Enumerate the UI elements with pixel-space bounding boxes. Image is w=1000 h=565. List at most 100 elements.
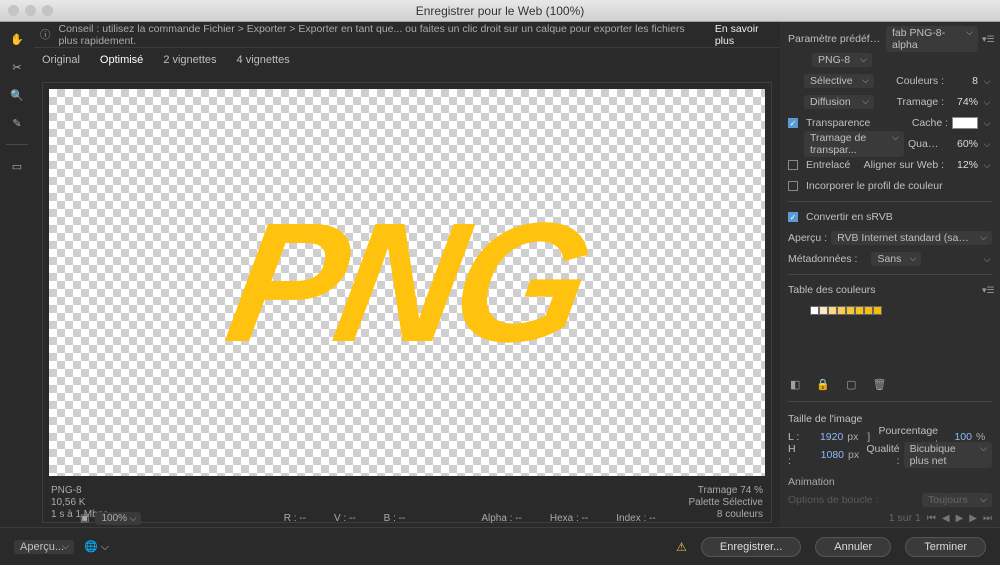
dither-amt-label: Tramage : (878, 96, 944, 108)
delete-color-icon[interactable]: 🗑 (873, 378, 887, 391)
transparency-label: Transparence (806, 117, 908, 129)
height-input[interactable] (804, 449, 844, 461)
image-size-block: Taille de l'image L : px ] Pourcentage :… (788, 410, 992, 464)
matte-chevron-icon[interactable]: ⌵ (982, 118, 992, 129)
info-alpha: Alpha : -- (481, 513, 522, 524)
convert-srgb-checkbox[interactable]: ✓ (788, 212, 798, 222)
reduction-dropdown[interactable]: Sélective (804, 74, 874, 88)
center-area: ⓘ Conseil : utilisez la commande Fichier… (34, 22, 780, 527)
zoom-dropdown[interactable]: 100% (95, 512, 141, 525)
prev-frame-icon: ◀ (942, 513, 950, 524)
format-dropdown[interactable]: PNG-8 (812, 53, 872, 67)
width-input[interactable] (803, 431, 843, 443)
window-zoom[interactable] (42, 5, 53, 16)
tool-strip: ✋ ✂ 🔍 ✎ ▭ (0, 22, 34, 527)
window-titlebar: Enregistrer pour le Web (100%) (0, 0, 1000, 22)
colors-label: Couleurs : (878, 75, 944, 87)
canvas-text: PNG (215, 185, 600, 381)
preview-button[interactable]: Aperçu... (14, 540, 74, 554)
quantity-label: Quantité : (908, 138, 944, 150)
embed-profile-label: Incorporer le profil de couleur (806, 180, 992, 192)
dither-chevron-icon[interactable]: ⌵ (982, 97, 992, 108)
tool-separator (6, 144, 28, 145)
animation-controls: ⏮ ◀ ▶ ▶ ⏭ (927, 513, 992, 524)
color-table-menu-icon[interactable]: ▾☰ (982, 285, 992, 296)
toggle-slices-icon[interactable]: ▭ (8, 157, 26, 175)
learn-more-link[interactable]: En savoir plus (715, 23, 774, 47)
t-dither-dropdown[interactable]: Tramage de transpar... (804, 131, 904, 157)
info-icon: ⓘ (40, 27, 51, 42)
settings-panel: Paramètre prédéfini : fab PNG-8-alpha ▾☰… (780, 22, 1000, 527)
window-close[interactable] (8, 5, 19, 16)
tab-4up[interactable]: 4 vignettes (237, 54, 290, 66)
interlace-checkbox[interactable] (788, 160, 798, 170)
tab-original[interactable]: Original (42, 54, 80, 66)
tab-2up[interactable]: 2 vignettes (163, 54, 216, 66)
matte-color-chip[interactable] (952, 117, 978, 129)
preview-label: Aperçu : (788, 232, 827, 244)
preset-dropdown[interactable]: fab PNG-8-alpha (886, 26, 978, 52)
tab-optimized[interactable]: Optimisé (100, 54, 143, 66)
loop-dropdown: Toujours (922, 493, 992, 507)
color-swatch[interactable] (810, 306, 819, 315)
color-swatch[interactable] (837, 306, 846, 315)
metadata-chevron-icon[interactable]: ⌵ (982, 254, 992, 265)
color-swatch[interactable] (819, 306, 828, 315)
save-button[interactable]: Enregistrer... (701, 537, 801, 557)
info-index: Index : -- (616, 513, 655, 524)
colors-value[interactable]: 8 (948, 75, 978, 87)
slice-tool-icon[interactable]: ✂ (8, 58, 26, 76)
tip-text: Conseil : utilisez la commande Fichier >… (59, 23, 693, 47)
canvas-stage[interactable]: PNG (49, 89, 765, 476)
quality-label: Qualité : (866, 443, 899, 467)
color-table-label: Table des couleurs (788, 284, 978, 296)
preview-dropdown[interactable]: RVB Internet standard (sans gestion des … (831, 231, 992, 245)
window-controls (8, 5, 53, 16)
info-b: B : -- (384, 513, 406, 524)
first-frame-icon: ⏮ (927, 513, 936, 524)
window-minimize[interactable] (25, 5, 36, 16)
dither-dropdown[interactable]: Diffusion (804, 95, 874, 109)
color-swatch[interactable] (828, 306, 837, 315)
color-swatch[interactable] (864, 306, 873, 315)
preset-label: Paramètre prédéfini : (788, 33, 882, 45)
browser-icon[interactable]: 🌐 ⌵ (84, 540, 109, 554)
width-unit: px (847, 431, 863, 443)
embed-profile-checkbox[interactable] (788, 181, 798, 191)
cancel-button[interactable]: Annuler (815, 537, 891, 557)
metadata-dropdown[interactable]: Sans (871, 252, 921, 266)
convert-srgb-label: Convertir en sRVB (806, 211, 992, 223)
websnap-value[interactable]: 12% (948, 159, 978, 171)
next-frame-icon: ▶ (969, 513, 977, 524)
done-button[interactable]: Terminer (905, 537, 986, 557)
color-swatch[interactable] (846, 306, 855, 315)
link-dimensions-icon[interactable]: ] (867, 431, 870, 443)
quantity-value[interactable]: 60% (948, 138, 978, 150)
copy-hex-icon[interactable]: ▣ (80, 513, 89, 524)
animation-header: Animation (788, 476, 992, 488)
dither-amt-value[interactable]: 74% (948, 96, 978, 108)
zoom-tool-icon[interactable]: 🔍 (8, 86, 26, 104)
map-transparency-icon[interactable]: ◧ (790, 378, 800, 391)
info-hexa: Hexa : -- (550, 513, 588, 524)
color-table-swatches (810, 306, 992, 315)
warning-icon[interactable]: ⚠ (676, 540, 687, 554)
eyedropper-tool-icon[interactable]: ✎ (8, 114, 26, 132)
websnap-chevron-icon[interactable]: ⌵ (982, 160, 992, 171)
lock-color-icon[interactable]: 🔒 (816, 378, 830, 391)
preset-menu-icon[interactable]: ▾☰ (982, 34, 992, 45)
stage-format: PNG-8 (51, 485, 108, 496)
matte-label: Cache : (912, 117, 948, 129)
quality-dropdown[interactable]: Bicubique plus net (904, 442, 992, 468)
bottom-bar: Aperçu... 🌐 ⌵ ⚠ Enregistrer... Annuler T… (0, 527, 1000, 565)
color-swatch[interactable] (873, 306, 882, 315)
animation-block: Animation Options de boucle : Toujours 1… (788, 473, 992, 527)
transparency-checkbox[interactable]: ✓ (788, 118, 798, 128)
height-unit: px (848, 449, 862, 461)
colors-chevron-icon[interactable]: ⌵ (982, 76, 992, 87)
canvas-border: PNG PNG-8 10,56 K 1 s à 1 Mbps Tramage 7… (42, 82, 772, 523)
color-swatch[interactable] (855, 306, 864, 315)
quantity-chevron-icon[interactable]: ⌵ (982, 139, 992, 150)
new-color-icon[interactable]: ▢ (846, 378, 856, 391)
hand-tool-icon[interactable]: ✋ (8, 30, 26, 48)
